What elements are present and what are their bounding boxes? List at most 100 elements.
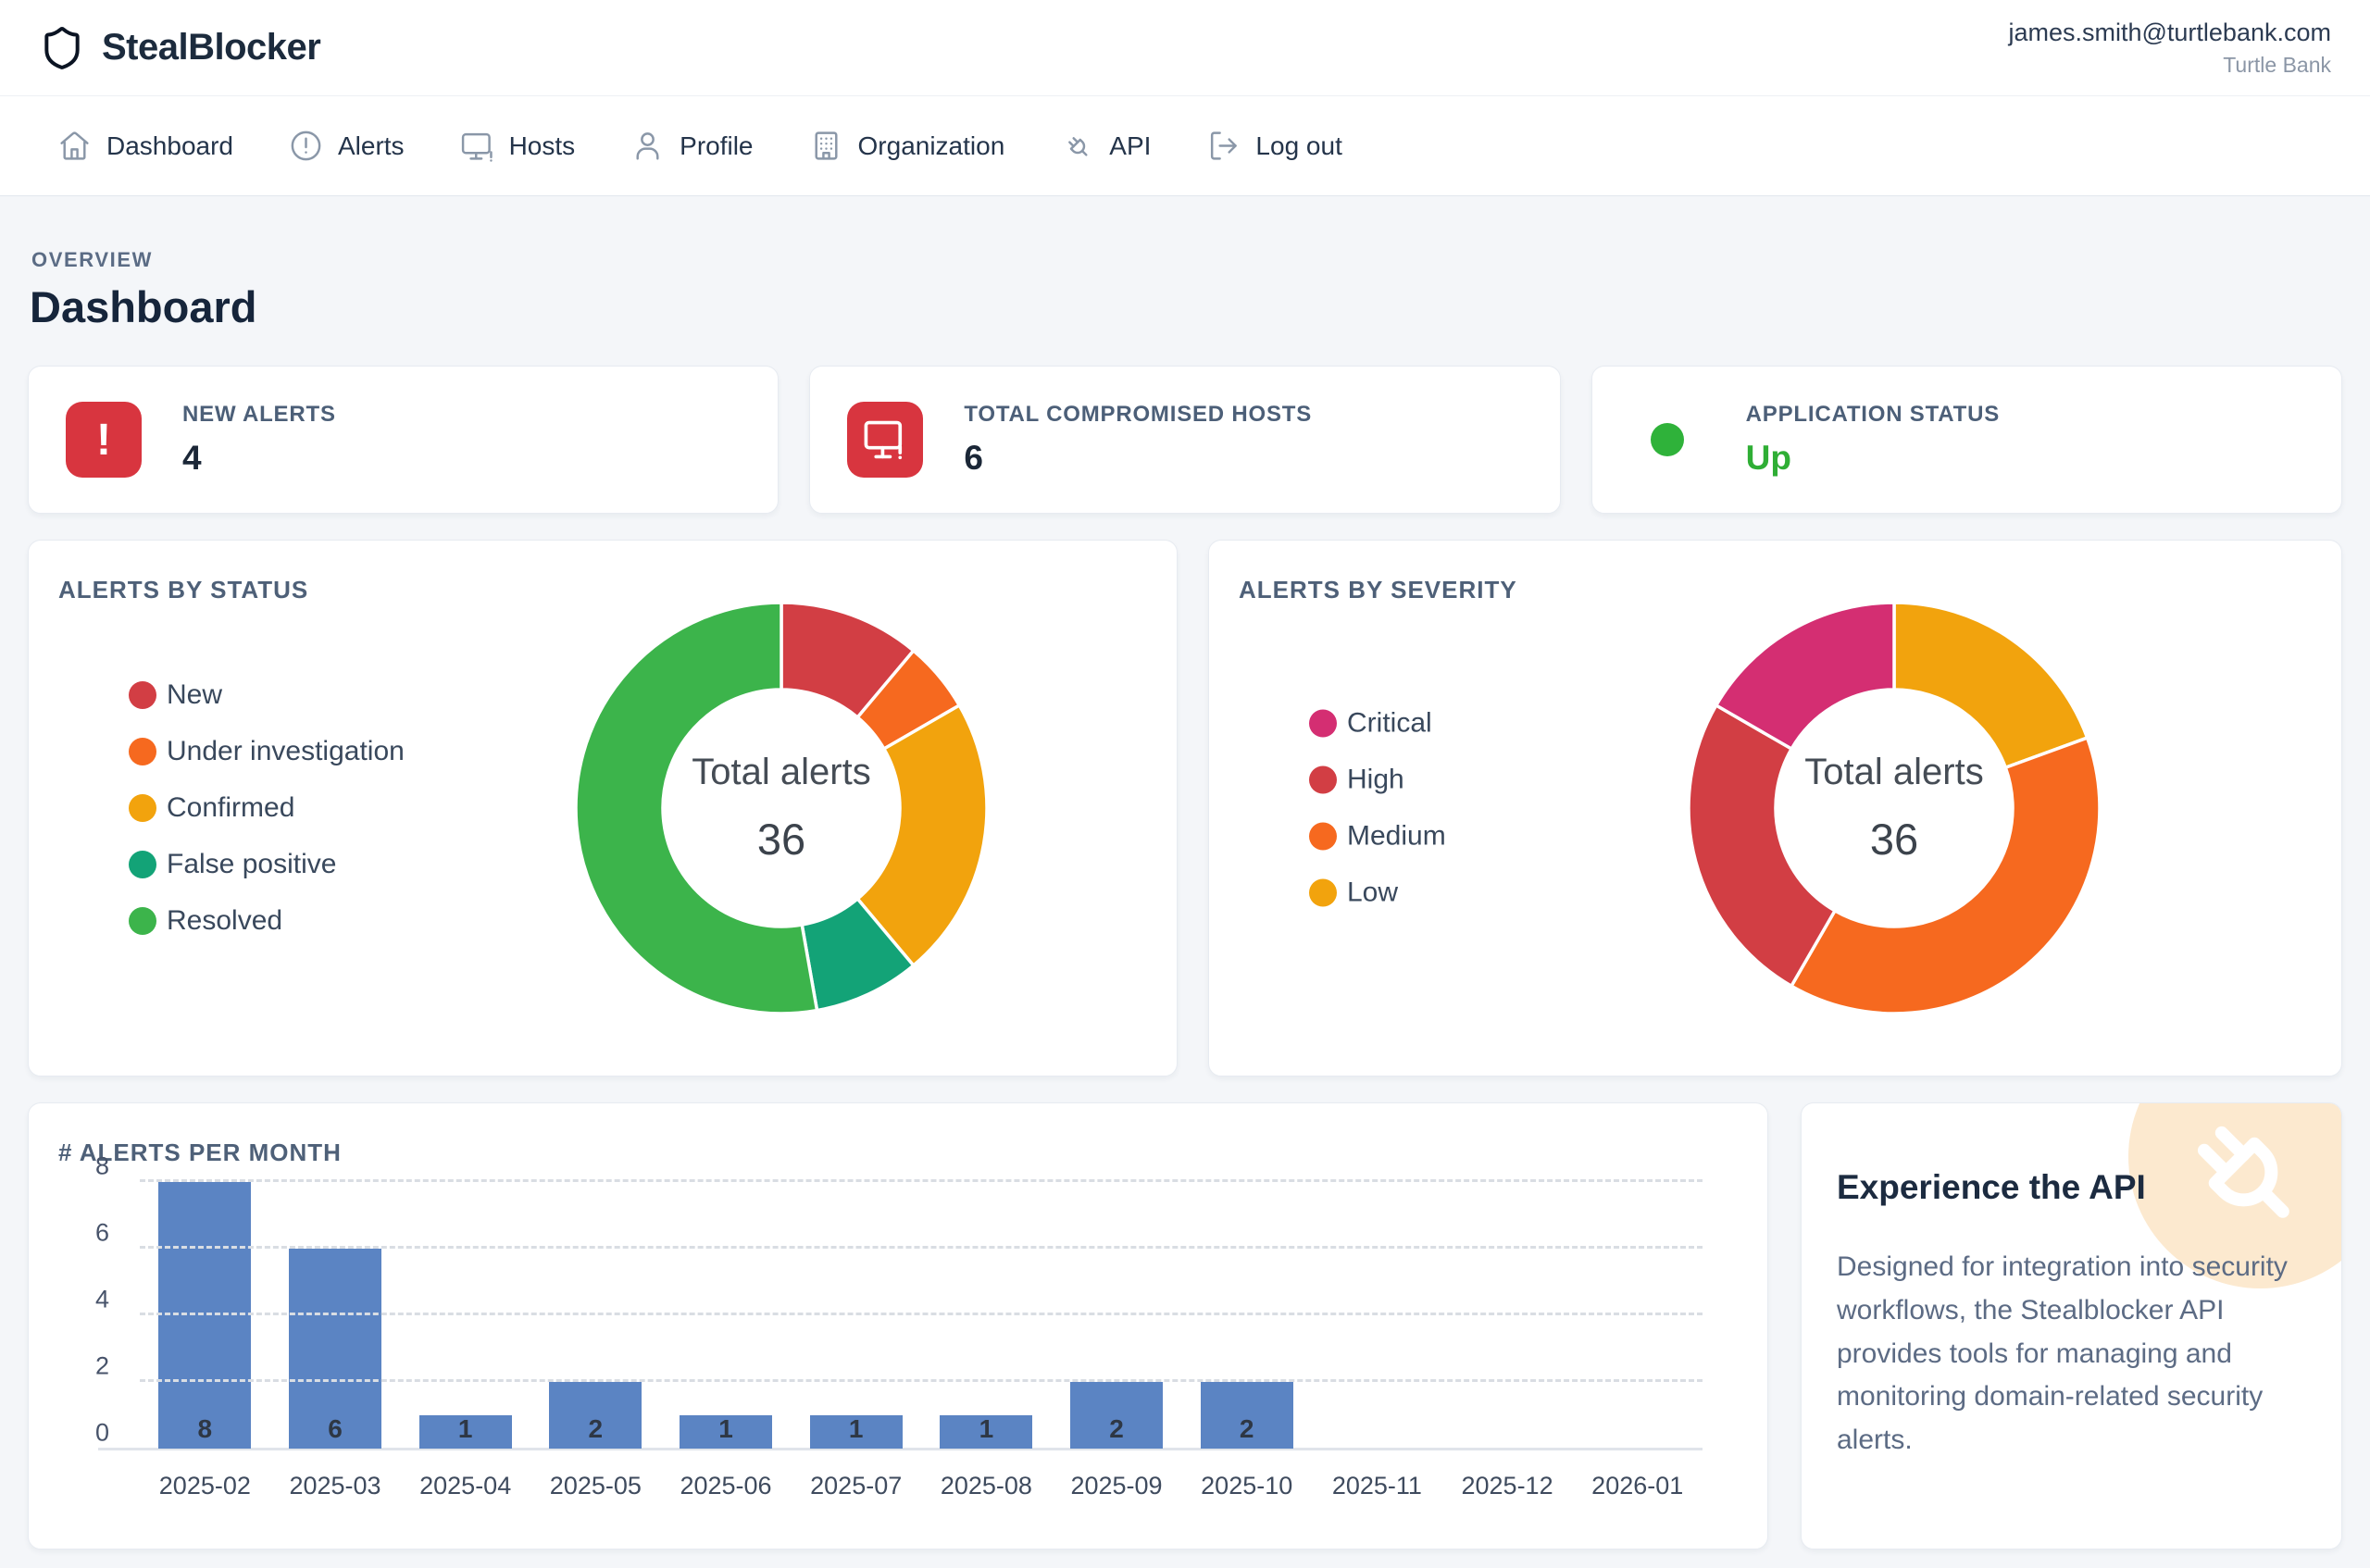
bar-value-label: 2	[1070, 1414, 1163, 1444]
x-axis-tick-label: 2025-03	[270, 1472, 401, 1500]
donut-segment-medium[interactable]	[1791, 738, 2100, 1014]
bar-slot-2025-08: 1	[921, 1182, 1052, 1449]
stat-label: APPLICATION STATUS	[1746, 402, 2000, 428]
legend-dot	[1309, 766, 1337, 794]
user-info: james.smith@turtlebank.com Turtle Bank	[2008, 19, 2331, 78]
nav-label: Log out	[1255, 131, 1341, 161]
legend-label: New	[167, 679, 222, 711]
nav-item-organization[interactable]: Organization	[809, 129, 1005, 163]
x-axis-tick-label: 2025-04	[400, 1472, 530, 1500]
home-icon	[57, 129, 92, 163]
nav-item-hosts[interactable]: Hosts	[460, 129, 576, 163]
donut-segment-low[interactable]	[1894, 603, 2088, 767]
charts-row: ALERTS BY STATUS NewUnder investigationC…	[28, 540, 2342, 1076]
x-axis-tick-label: 2025-10	[1181, 1472, 1312, 1500]
x-axis-tick-label: 2025-11	[1312, 1472, 1442, 1500]
y-axis-tick-label: 8	[68, 1152, 109, 1181]
bar-slot-2025-04: 1	[400, 1182, 530, 1449]
bar-value-label: 1	[680, 1414, 772, 1444]
stat-card-application-status: APPLICATION STATUS Up	[1591, 366, 2342, 514]
legend-dot	[1309, 879, 1337, 907]
legend-dot	[129, 681, 156, 709]
legend-item-medium[interactable]: Medium	[1309, 821, 1446, 852]
monitor-alert-badge-icon	[847, 402, 923, 478]
bar-value-label: 2	[549, 1414, 642, 1444]
api-card-title: Experience the API	[1837, 1168, 2306, 1207]
nav-item-api[interactable]: API	[1060, 129, 1151, 163]
bar-slot-2025-03: 6	[270, 1182, 401, 1449]
nav-label: Profile	[680, 131, 753, 161]
donut-segment-high[interactable]	[1689, 705, 1835, 986]
y-axis-tick-label: 2	[68, 1352, 109, 1381]
legend-label: High	[1347, 765, 1404, 796]
legend-dot	[129, 794, 156, 822]
legend-dot	[1309, 710, 1337, 738]
legend-item-high[interactable]: High	[1309, 765, 1446, 796]
alert-circle-icon	[289, 129, 323, 163]
legend-item-low[interactable]: Low	[1309, 877, 1446, 909]
green-status-dot	[1651, 423, 1684, 456]
app-logo[interactable]: StealBlocker	[39, 25, 320, 71]
bar-slot-2025-11	[1312, 1182, 1442, 1449]
x-axis-tick-label: 2025-09	[1052, 1472, 1182, 1500]
bar-slot-2025-06: 1	[661, 1182, 792, 1449]
main-content: OVERVIEW Dashboard ! NEW ALERTS 4 TOTAL …	[0, 196, 2370, 1549]
legend-item-resolved[interactable]: Resolved	[129, 905, 405, 937]
nav-item-alerts[interactable]: Alerts	[289, 129, 405, 163]
stat-value: Up	[1746, 439, 2000, 478]
status-donut-chart[interactable]	[573, 600, 990, 1016]
legend-item-under-investigation[interactable]: Under investigation	[129, 736, 405, 767]
legend-dot	[129, 738, 156, 765]
bar-slot-2025-07: 1	[791, 1182, 921, 1449]
nav-label: Hosts	[509, 131, 576, 161]
stat-label: NEW ALERTS	[182, 402, 336, 428]
legend-label: Medium	[1347, 821, 1446, 852]
bar-2025-02[interactable]	[158, 1182, 251, 1449]
stat-label: TOTAL COMPROMISED HOSTS	[964, 402, 1312, 428]
x-axis-tick-label: 2025-07	[791, 1472, 921, 1500]
legend-item-new[interactable]: New	[129, 679, 405, 711]
x-axis-labels: 2025-022025-032025-042025-052025-062025-…	[140, 1472, 1703, 1500]
user-email: james.smith@turtlebank.com	[2008, 19, 2331, 47]
main-nav: Dashboard Alerts Hosts Profile Organizat…	[0, 96, 2370, 196]
alert-badge-icon: !	[66, 402, 142, 478]
severity-legend: Critical High Medium Low	[1309, 708, 1446, 909]
bar-value-label: 2	[1201, 1414, 1293, 1444]
donut-segment-resolved[interactable]	[576, 603, 817, 1014]
legend-item-critical[interactable]: Critical	[1309, 708, 1446, 740]
nav-label: API	[1109, 131, 1151, 161]
nav-item-dashboard[interactable]: Dashboard	[57, 129, 233, 163]
bar-slot-2025-10: 2	[1181, 1182, 1312, 1449]
severity-donut: Total alerts 36	[1686, 600, 2102, 1016]
nav-label: Organization	[858, 131, 1005, 161]
legend-label: False positive	[167, 849, 336, 880]
bar-series[interactable]: 861211122	[140, 1182, 1703, 1449]
legend-label: Confirmed	[167, 792, 294, 824]
nav-label: Dashboard	[106, 131, 233, 161]
gridline	[140, 1313, 1703, 1315]
shield-icon	[39, 25, 85, 71]
bar-slot-2025-02: 8	[140, 1182, 270, 1449]
stat-value: 6	[964, 439, 1312, 478]
app-name: StealBlocker	[102, 27, 320, 68]
legend-item-false-positive[interactable]: False positive	[129, 849, 405, 880]
bar-slot-2025-09: 2	[1052, 1182, 1182, 1449]
chart-title: ALERTS BY SEVERITY	[1239, 576, 1517, 604]
bar-plot: 861211122 02468	[140, 1182, 1703, 1449]
alerts-by-severity-card: ALERTS BY SEVERITY Critical High Medium Low…	[1208, 540, 2342, 1076]
nav-label: Alerts	[338, 131, 405, 161]
x-axis-tick-label: 2025-06	[661, 1472, 792, 1500]
x-axis-tick-label: 2026-01	[1572, 1472, 1703, 1500]
status-donut: Total alerts 36	[573, 600, 990, 1016]
alerts-by-status-card: ALERTS BY STATUS NewUnder investigationC…	[28, 540, 1178, 1076]
user-organization: Turtle Bank	[2008, 53, 2331, 78]
legend-item-confirmed[interactable]: Confirmed	[129, 792, 405, 824]
stat-value: 4	[182, 439, 336, 478]
bar-slot-2026-01	[1572, 1182, 1703, 1449]
gridline	[140, 1379, 1703, 1382]
nav-item-profile[interactable]: Profile	[630, 129, 753, 163]
api-card-body: Designed for integration into security w…	[1837, 1246, 2306, 1462]
nav-item-logout[interactable]: Log out	[1206, 129, 1341, 163]
gridline	[140, 1246, 1703, 1249]
severity-donut-chart[interactable]	[1686, 600, 2102, 1016]
